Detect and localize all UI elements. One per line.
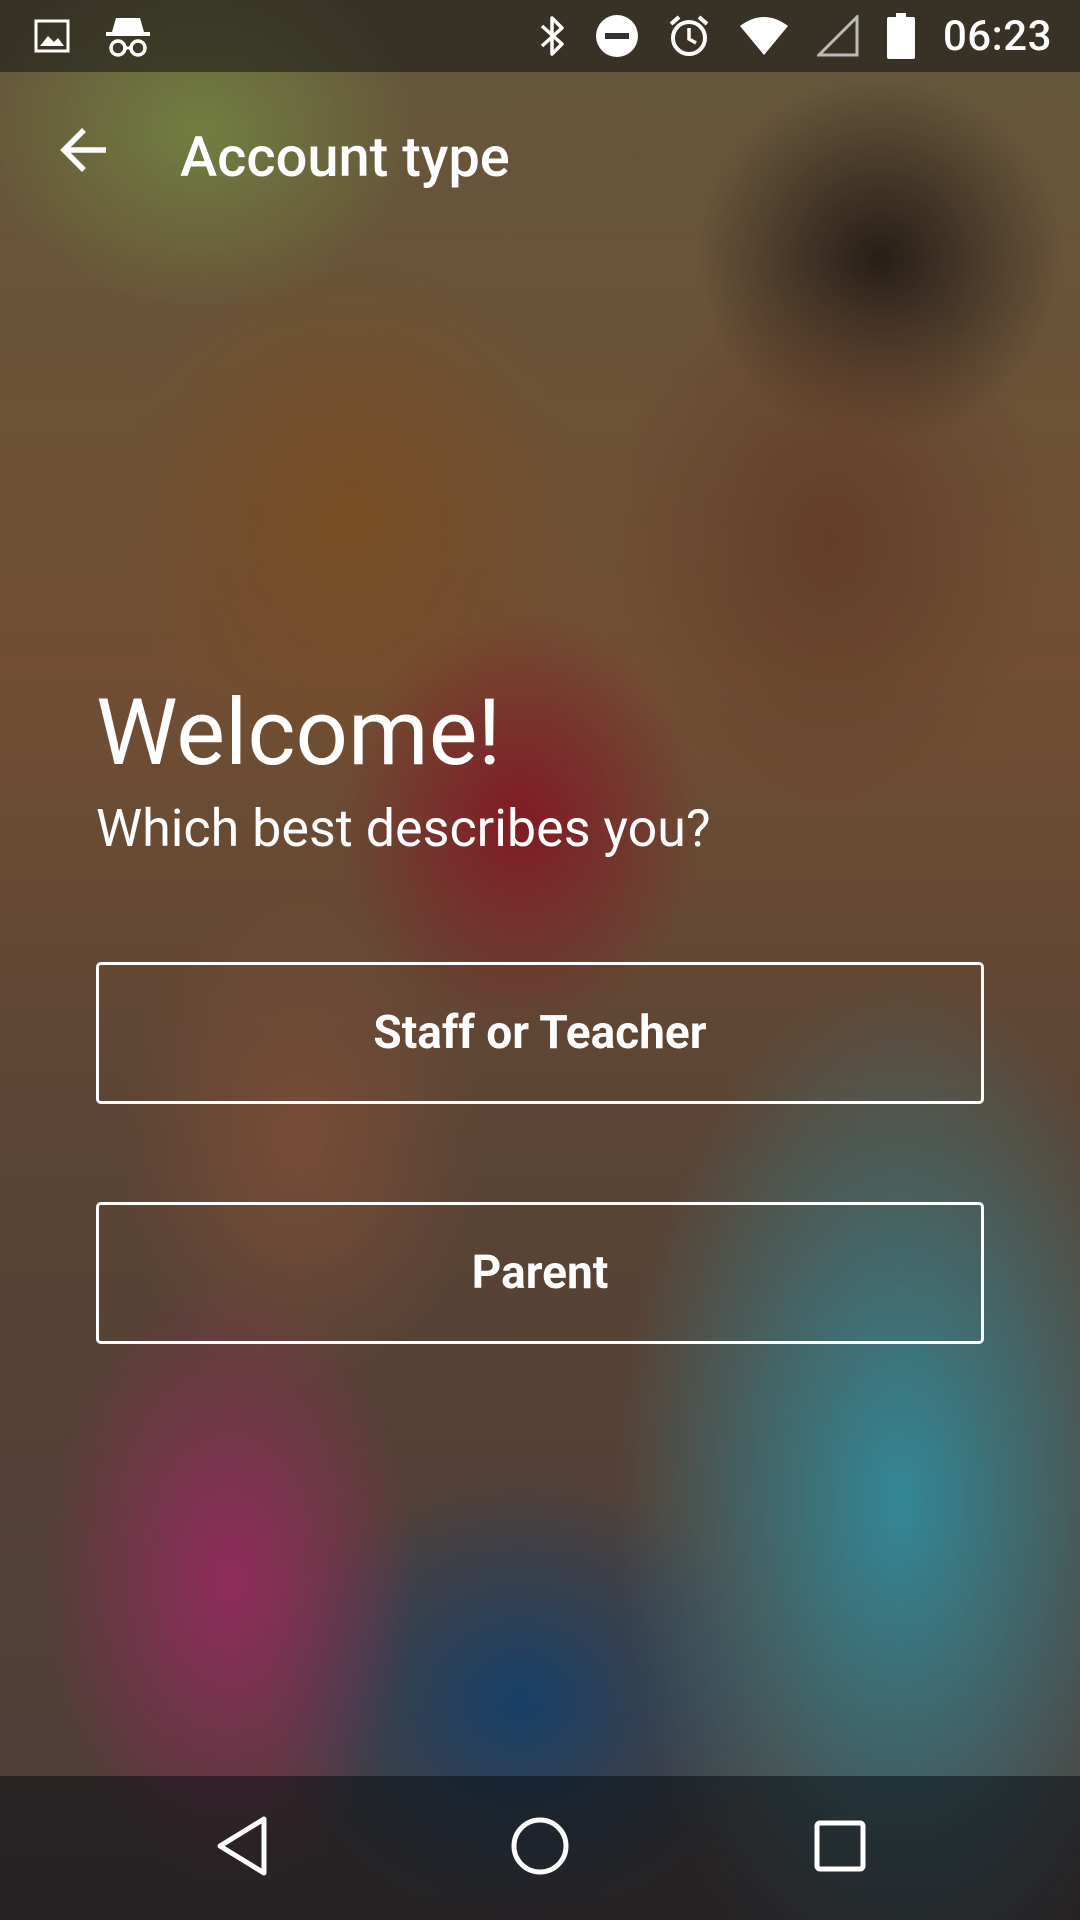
status-time: 06:23 xyxy=(942,11,1052,61)
cell-signal-icon xyxy=(816,15,859,57)
welcome-heading: Welcome! xyxy=(96,680,502,787)
status-bar: 06:23 xyxy=(0,0,1080,72)
do-not-disturb-icon xyxy=(595,14,639,58)
nav-recents-button[interactable] xyxy=(788,1796,892,1900)
nav-back-icon xyxy=(212,1814,272,1882)
alarm-icon xyxy=(667,14,711,58)
wifi-icon xyxy=(739,16,789,56)
app-bar: Account type xyxy=(0,72,1080,242)
bluetooth-icon xyxy=(537,14,567,58)
nav-home-button[interactable] xyxy=(488,1796,592,1900)
parent-button[interactable]: Parent xyxy=(96,1202,984,1344)
arrow-back-icon xyxy=(58,124,110,180)
battery-icon xyxy=(886,13,915,59)
nav-home-icon xyxy=(510,1816,570,1880)
nav-back-button[interactable] xyxy=(190,1796,294,1900)
nav-recents-icon xyxy=(813,1819,867,1877)
incognito-icon xyxy=(104,14,152,58)
staff-or-teacher-button[interactable]: Staff or Teacher xyxy=(96,962,984,1104)
blurred-background-photo xyxy=(0,0,1080,1920)
welcome-subheading: Which best describes you? xyxy=(96,798,711,859)
image-icon xyxy=(34,18,70,54)
back-button[interactable] xyxy=(44,112,124,192)
navigation-bar xyxy=(0,1776,1080,1920)
page-title: Account type xyxy=(180,124,510,190)
